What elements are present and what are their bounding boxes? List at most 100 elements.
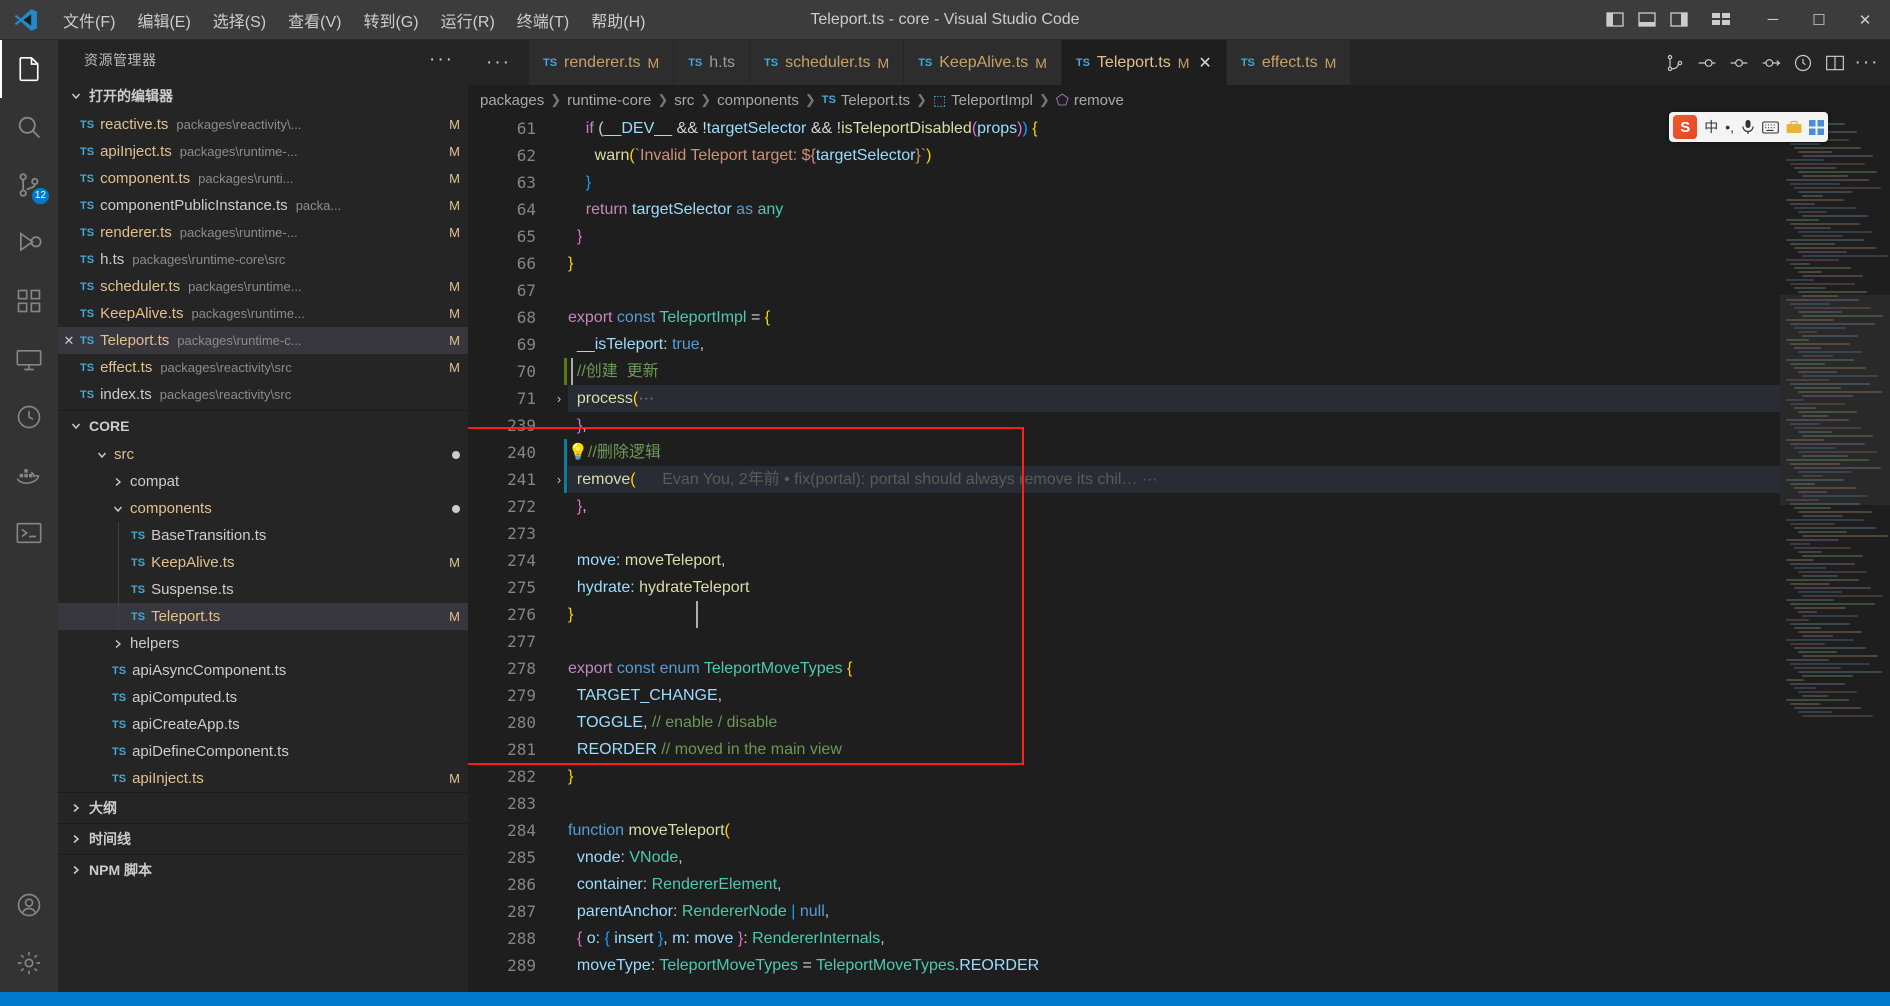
open-editors-section-header[interactable]: 打开的编辑器: [58, 80, 468, 111]
customize-layout-icon[interactable]: [1706, 5, 1736, 35]
ime-microphone-icon[interactable]: [1741, 119, 1755, 135]
menu-run[interactable]: 运行(R): [430, 0, 506, 39]
tree-folder-components[interactable]: components: [58, 495, 468, 522]
ime-mode-chinese[interactable]: 中: [1704, 117, 1718, 137]
list-item[interactable]: TS effect.ts packages\reactivity\src M: [58, 354, 468, 381]
outline-section-header[interactable]: 大纲: [58, 792, 468, 823]
sidebar-item-run-debug[interactable]: [0, 214, 58, 272]
tab-effect-ts[interactable]: TS effect.ts M: [1226, 40, 1352, 85]
code-line[interactable]: }: [568, 169, 1780, 196]
tab-overflow-icon[interactable]: ···: [468, 40, 529, 85]
code-line[interactable]: [568, 520, 1780, 547]
code-editor[interactable]: 61 62 63 64 65 66 67 68 69 70 71 239 240 241 272 273 274…: [468, 115, 1890, 992]
tab-scheduler-ts[interactable]: TS scheduler.ts M: [750, 40, 905, 85]
account-icon[interactable]: [0, 876, 58, 934]
source-control-compare-icon[interactable]: [1660, 48, 1690, 78]
toggle-secondary-sidebar-icon[interactable]: [1664, 5, 1694, 35]
ime-keyboard-icon[interactable]: [1762, 120, 1779, 134]
code-line[interactable]: [568, 790, 1780, 817]
close-icon[interactable]: ✕: [58, 333, 80, 349]
code-line[interactable]: parentAnchor: RendererNode | null,: [568, 898, 1780, 925]
tree-file-suspense[interactable]: TS Suspense.ts: [58, 576, 468, 603]
code-line[interactable]: move: moveTeleport,: [568, 547, 1780, 574]
ime-punctuation-icon[interactable]: •,: [1725, 119, 1734, 135]
breadcrumb-item-teleportimpl[interactable]: ⬚ TeleportImpl: [933, 92, 1033, 109]
close-button[interactable]: ✕: [1842, 0, 1888, 40]
code-line[interactable]: moveType: TeleportMoveTypes = TeleportMo…: [568, 952, 1780, 979]
breadcrumb-item-components[interactable]: components: [717, 92, 799, 109]
code-line[interactable]: TOGGLE, // enable / disable: [568, 709, 1780, 736]
tree-folder-compat[interactable]: compat: [58, 468, 468, 495]
tab-keepalive-ts[interactable]: TS KeepAlive.ts M: [904, 40, 1062, 85]
menu-go[interactable]: 转到(G): [352, 0, 429, 39]
ime-toolbar[interactable]: S 中 •,: [1669, 112, 1828, 142]
code-line[interactable]: vnode: VNode,: [568, 844, 1780, 871]
menu-terminal[interactable]: 终端(T): [506, 0, 580, 39]
tree-file-apiinject[interactable]: TS apiInject.ts M: [58, 765, 468, 792]
ime-toolbox-icon[interactable]: [1786, 120, 1802, 134]
code-line[interactable]: remove( Evan You, 2年前 • fix(portal): por…: [468, 466, 1780, 493]
list-item[interactable]: TS index.ts packages\reactivity\src: [58, 381, 468, 408]
code-line[interactable]: },: [568, 493, 1780, 520]
close-icon[interactable]: ✕: [1198, 53, 1211, 73]
code-line[interactable]: }: [568, 250, 1780, 277]
code-line[interactable]: [568, 277, 1780, 304]
breadcrumb-item-runtime-core[interactable]: runtime-core: [567, 92, 651, 109]
list-item[interactable]: TS renderer.ts packages\runtime-... M: [58, 219, 468, 246]
list-item[interactable]: TS apiInject.ts packages\runtime-... M: [58, 138, 468, 165]
menu-edit[interactable]: 编辑(E): [126, 0, 201, 39]
timer-icon[interactable]: [1788, 48, 1818, 78]
code-line[interactable]: warn(`Invalid Teleport target: ${targetS…: [568, 142, 1780, 169]
ime-apps-icon[interactable]: [1809, 119, 1824, 135]
sidebar-item-explorer[interactable]: [0, 40, 58, 98]
minimize-button[interactable]: ─: [1750, 0, 1796, 40]
breadcrumb-item-teleport-ts[interactable]: TS Teleport.ts: [822, 92, 910, 109]
timeline-section-header[interactable]: 时间线: [58, 823, 468, 854]
menu-file[interactable]: 文件(F): [52, 0, 126, 39]
run-with-args-icon[interactable]: [1756, 48, 1786, 78]
list-item-active[interactable]: ✕ TS Teleport.ts packages\runtime-c... M: [58, 327, 468, 354]
tab-teleport-ts[interactable]: TS Teleport.ts M ✕: [1061, 40, 1227, 85]
status-bar[interactable]: [0, 992, 1890, 1006]
code-line[interactable]: function moveTeleport(: [568, 817, 1780, 844]
code-line[interactable]: }: [568, 763, 1780, 790]
code-line[interactable]: export const enum TeleportMoveTypes {: [568, 655, 1780, 682]
tree-file-apidefinecomponent[interactable]: TS apiDefineComponent.ts: [58, 738, 468, 765]
run-code-icon[interactable]: [1692, 48, 1722, 78]
code-scroll-area[interactable]: 61 62 63 64 65 66 67 68 69 70 71 239 240 241 272 273 274…: [468, 115, 1780, 992]
sidebar-item-search[interactable]: [0, 98, 58, 156]
list-item[interactable]: TS component.ts packages\runti... M: [58, 165, 468, 192]
fold-gutter[interactable]: › ›: [550, 115, 568, 979]
code-line[interactable]: { o: { insert }, m: move }: RendererInte…: [568, 925, 1780, 952]
sogou-ime-logo-icon[interactable]: S: [1673, 115, 1698, 139]
list-item[interactable]: TS scheduler.ts packages\runtime... M: [58, 273, 468, 300]
tree-folder-helpers[interactable]: helpers: [58, 630, 468, 657]
code-line[interactable]: },: [568, 412, 1780, 439]
sidebar-item-remote-explorer[interactable]: [0, 330, 58, 388]
code-line[interactable]: }: [568, 223, 1780, 250]
list-item[interactable]: TS componentPublicInstance.ts packa... M: [58, 192, 468, 219]
code-line[interactable]: TARGET_CHANGE,: [568, 682, 1780, 709]
code-line[interactable]: }: [568, 601, 1780, 628]
sidebar-item-timeline[interactable]: [0, 388, 58, 446]
toggle-panel-icon[interactable]: [1632, 5, 1662, 35]
tree-file-apicreateapp[interactable]: TS apiCreateApp.ts: [58, 711, 468, 738]
settings-gear-icon[interactable]: [0, 934, 58, 992]
npm-scripts-section-header[interactable]: NPM 脚本: [58, 854, 468, 885]
sidebar-item-extensions[interactable]: [0, 272, 58, 330]
debug-start-icon[interactable]: [1724, 48, 1754, 78]
menu-view[interactable]: 查看(V): [277, 0, 352, 39]
code-content[interactable]: if (__DEV__ && !targetSelector && !isTel…: [468, 115, 1780, 979]
tab-h-ts[interactable]: TS h.ts: [674, 40, 751, 85]
sidebar-item-terminal[interactable]: [0, 504, 58, 562]
menu-selection[interactable]: 选择(S): [202, 0, 277, 39]
tab-renderer-ts[interactable]: TS renderer.ts M: [528, 40, 675, 85]
fold-chevron-icon[interactable]: ›: [550, 385, 568, 412]
code-line[interactable]: REORDER // moved in the main view: [568, 736, 1780, 763]
sidebar-item-docker[interactable]: [0, 446, 58, 504]
tree-file-apicomputed[interactable]: TS apiComputed.ts: [58, 684, 468, 711]
tree-file-teleport[interactable]: TS Teleport.ts M: [58, 603, 468, 630]
list-item[interactable]: TS h.ts packages\runtime-core\src: [58, 246, 468, 273]
code-line[interactable]: hydrate: hydrateTeleport: [568, 574, 1780, 601]
minimap[interactable]: [1780, 115, 1890, 992]
